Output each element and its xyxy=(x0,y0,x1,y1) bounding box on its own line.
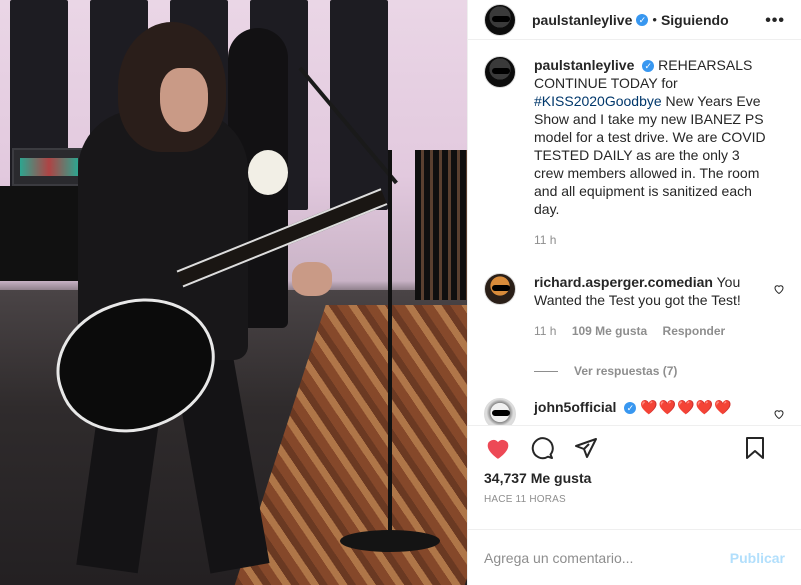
action-bar xyxy=(468,425,801,470)
comments-list[interactable]: paulstanleylive ✓ REHEARSALS CONTINUE TO… xyxy=(468,40,801,425)
header-username[interactable]: paulstanleylive xyxy=(532,12,632,28)
avatar[interactable] xyxy=(484,398,516,425)
paper-plane-icon[interactable] xyxy=(572,434,600,462)
verified-badge-icon: ✓ xyxy=(624,402,637,415)
comment-text: ❤️❤️❤️❤️❤️ xyxy=(640,399,733,415)
likes-count[interactable]: 34,737 Me gusta xyxy=(468,470,801,490)
guitar-rack xyxy=(415,150,467,300)
caption-username[interactable]: paulstanleylive xyxy=(534,57,634,73)
view-replies-label: Ver respuestas (7) xyxy=(574,364,678,378)
heart-filled-icon[interactable] xyxy=(484,434,512,462)
comment-username[interactable]: richard.asperger.comedian xyxy=(534,274,713,290)
post-comment-button[interactable]: Publicar xyxy=(730,550,785,566)
comment-input[interactable] xyxy=(484,549,730,566)
reply-button[interactable]: Responder xyxy=(663,324,726,338)
replies-divider xyxy=(534,370,558,372)
hashtag-link[interactable]: #KISS2020Goodbye xyxy=(534,93,662,109)
separator-dot: • xyxy=(652,12,657,27)
mic-stand xyxy=(388,150,392,550)
comment-like-heart-icon[interactable] xyxy=(773,283,785,295)
view-replies-button[interactable]: Ver respuestas (7) xyxy=(534,364,785,378)
post-sidebar: paulstanleylive ✓ • Siguiendo ••• paulst… xyxy=(467,0,801,585)
caption-text: New Years Eve Show and I take my new IBA… xyxy=(534,93,766,217)
caption-time[interactable]: 11 h xyxy=(534,233,556,247)
post-header: paulstanleylive ✓ • Siguiendo ••• xyxy=(468,0,801,40)
verified-badge-icon: ✓ xyxy=(642,60,655,73)
acoustic-panel xyxy=(330,0,388,210)
following-button[interactable]: Siguiendo xyxy=(661,12,729,28)
comment-item: richard.asperger.comedian You Wanted the… xyxy=(484,273,785,340)
comment-like-heart-icon[interactable] xyxy=(773,408,785,420)
avatar[interactable] xyxy=(484,56,516,88)
comment-item: john5official ✓ ❤️❤️❤️❤️❤️ xyxy=(484,398,785,425)
mic-stand-base xyxy=(340,530,440,552)
comment-icon[interactable] xyxy=(528,434,556,462)
post-photo[interactable] xyxy=(0,0,467,585)
bookmark-icon[interactable] xyxy=(741,434,769,462)
avatar[interactable] xyxy=(484,3,516,36)
post-modal: paulstanleylive ✓ • Siguiendo ••• paulst… xyxy=(0,0,801,585)
verified-badge-icon: ✓ xyxy=(636,13,649,26)
amplifier xyxy=(12,148,84,186)
speaker-cabinet xyxy=(0,186,80,281)
background-guitar xyxy=(248,150,288,195)
more-options-icon[interactable]: ••• xyxy=(765,12,785,30)
add-comment-bar: Publicar xyxy=(468,529,801,585)
avatar[interactable] xyxy=(484,273,516,305)
comment-time[interactable]: 11 h xyxy=(534,324,556,338)
musician-hand xyxy=(292,262,332,296)
caption: paulstanleylive ✓ REHEARSALS CONTINUE TO… xyxy=(484,56,785,249)
post-timestamp[interactable]: HACE 11 HORAS xyxy=(468,490,801,516)
comment-likes[interactable]: 109 Me gusta xyxy=(572,324,647,338)
comment-username[interactable]: john5official xyxy=(534,399,616,415)
musician-face xyxy=(160,68,208,132)
